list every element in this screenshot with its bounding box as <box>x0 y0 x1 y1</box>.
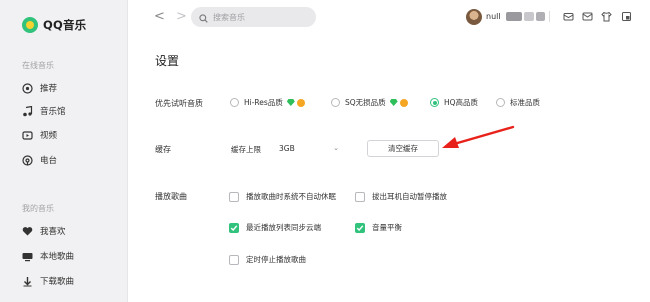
checkmark-icon <box>230 224 238 231</box>
recommend-icon <box>22 82 33 94</box>
heart-icon <box>22 226 33 237</box>
cache-row-label: 缓存 <box>155 145 171 154</box>
quality-option-sq[interactable]: SQ无损品质 <box>331 97 408 108</box>
search-icon <box>199 8 208 27</box>
sidebar-item-music-hall[interactable]: 音乐馆 <box>22 104 66 118</box>
sidebar-item-label: 视频 <box>40 131 58 141</box>
quality-option-hires[interactable]: Hi-Res品质 <box>230 97 305 108</box>
checkbox[interactable] <box>355 191 365 202</box>
sidebar-item-label: 电台 <box>40 156 58 166</box>
radio-button-selected[interactable] <box>430 98 439 107</box>
sidebar-item-label: 我喜欢 <box>40 227 66 237</box>
page-title: 设置 <box>155 54 180 68</box>
checkbox-label: 音量平衡 <box>372 223 402 232</box>
radio-button[interactable] <box>331 98 340 107</box>
music-hall-icon <box>22 105 33 117</box>
checkmark-icon <box>356 224 364 231</box>
sidebar-item-label: 本地歌曲 <box>40 252 75 262</box>
search-input[interactable] <box>213 12 308 22</box>
online-music-section-label: 在线音乐 <box>22 61 54 70</box>
sidebar-item-downloads[interactable]: 下载歌曲 <box>22 274 74 288</box>
checkbox-label: 最近播放列表同步云端 <box>246 223 321 232</box>
checkbox-label: 定时停止播放歌曲 <box>246 255 306 264</box>
qq-music-logo-icon <box>22 17 38 33</box>
option-timed-stop[interactable]: 定时停止播放歌曲 <box>229 254 306 265</box>
app-logo[interactable]: QQ音乐 <box>22 17 86 33</box>
checkbox[interactable] <box>229 191 239 202</box>
radio-button[interactable] <box>230 98 239 107</box>
checkbox-label: 播放歌曲时系统不自动休眠 <box>246 192 336 201</box>
user-avatar[interactable] <box>466 9 482 25</box>
sidebar-item-radio[interactable]: 电台 <box>22 153 57 167</box>
sidebar-item-label: 推荐 <box>40 84 58 94</box>
radio-icon <box>22 154 33 166</box>
chevron-down-icon: ⌄ <box>333 144 339 152</box>
quality-option-label: 标准品质 <box>510 98 540 107</box>
vip-icon <box>296 98 305 107</box>
checkbox-checked[interactable] <box>355 222 365 233</box>
green-diamond-badge-icon <box>536 12 545 21</box>
option-volume-balance[interactable]: 音量平衡 <box>355 222 402 233</box>
quality-option-label: HQ高品质 <box>444 98 479 107</box>
red-arrow-annotation <box>442 125 515 148</box>
my-music-section-label: 我的音乐 <box>22 204 54 213</box>
video-icon <box>22 130 33 141</box>
vip-badge-icon <box>524 12 534 21</box>
level-badge-icon <box>506 12 522 21</box>
checkbox-checked[interactable] <box>229 222 239 233</box>
radio-button[interactable] <box>496 98 505 107</box>
mini-player-icon[interactable] <box>621 11 632 22</box>
top-bar: < > null <box>128 0 650 34</box>
cache-limit-select[interactable]: 3GB ⌄ <box>277 140 341 156</box>
app-name: QQ音乐 <box>43 18 87 32</box>
green-diamond-icon <box>389 99 398 106</box>
search-box[interactable] <box>191 7 316 27</box>
sidebar-item-video[interactable]: 视频 <box>22 128 57 142</box>
option-pause-on-unplug[interactable]: 拔出耳机自动暂停播放 <box>355 191 447 202</box>
settings-shirt-icon[interactable] <box>601 11 612 22</box>
forward-button[interactable]: > <box>176 10 187 24</box>
toolbar-divider <box>549 11 550 22</box>
sidebar-item-label: 音乐馆 <box>40 107 66 117</box>
mail-icon[interactable] <box>582 11 593 22</box>
sidebar-item-label: 下载歌曲 <box>40 277 75 287</box>
quality-option-standard[interactable]: 标准品质 <box>496 97 540 108</box>
cache-limit-value: 3GB <box>279 143 295 153</box>
vip-icon <box>399 98 408 107</box>
sidebar-item-favorites[interactable]: 我喜欢 <box>22 224 66 238</box>
green-diamond-icon <box>286 99 295 106</box>
username[interactable]: null <box>486 12 501 21</box>
quality-row-label: 优先试听音质 <box>155 99 203 108</box>
sidebar: QQ音乐 在线音乐 推荐 音乐馆 视频 电台 我的音乐 我喜欢 本地歌曲 下载歌… <box>0 0 128 302</box>
quality-option-label: SQ无损品质 <box>345 98 386 107</box>
quality-option-label: Hi-Res品质 <box>244 98 283 107</box>
local-songs-icon <box>22 251 33 262</box>
playback-row-label: 播放歌曲 <box>155 192 187 201</box>
checkbox[interactable] <box>229 254 239 265</box>
sidebar-item-local-songs[interactable]: 本地歌曲 <box>22 249 74 263</box>
back-button[interactable]: < <box>154 10 165 24</box>
quality-option-hq[interactable]: HQ高品质 <box>430 97 478 108</box>
download-icon <box>22 276 33 287</box>
option-no-sleep[interactable]: 播放歌曲时系统不自动休眠 <box>229 191 336 202</box>
sidebar-item-recommend[interactable]: 推荐 <box>22 81 57 95</box>
clear-cache-button[interactable]: 清空缓存 <box>367 140 439 157</box>
option-sync-recent[interactable]: 最近播放列表同步云端 <box>229 222 321 233</box>
skin-icon[interactable] <box>563 11 574 22</box>
cache-limit-label: 缓存上限 <box>231 145 261 154</box>
checkbox-label: 拔出耳机自动暂停播放 <box>372 192 447 201</box>
